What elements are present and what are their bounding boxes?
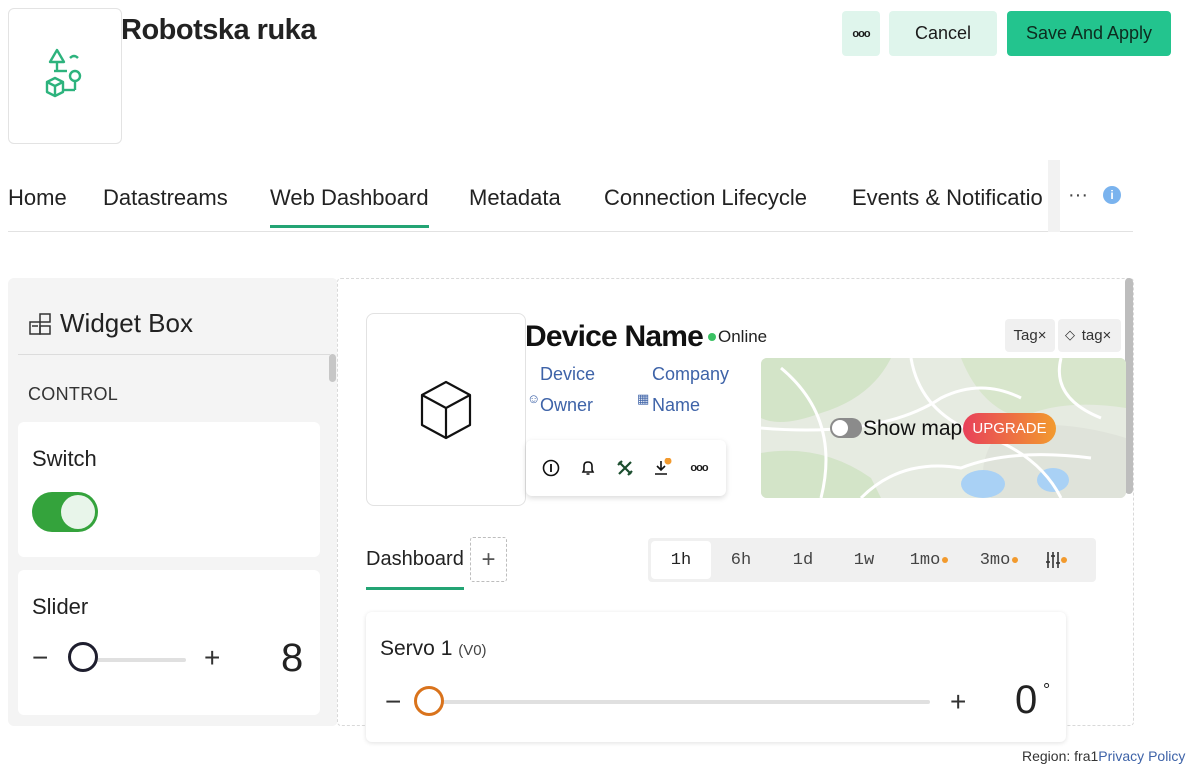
add-dashboard-tab-button[interactable]: +: [470, 537, 507, 582]
footer: Region: fra1Privacy Policy: [1022, 748, 1185, 764]
tab-connection-lifecycle[interactable]: Connection Lifecycle: [604, 185, 807, 211]
time-range-selector: 1h 6h 1d 1w 1mo 3mo: [648, 538, 1096, 582]
servo-title-text: Servo 1: [380, 637, 453, 660]
slider-value: 8: [281, 636, 304, 680]
status-dot-icon: [708, 333, 716, 341]
slider-minus-icon[interactable]: −: [32, 642, 48, 674]
locked-dot-icon: [942, 557, 949, 563]
template-title: Robotska ruka: [121, 14, 316, 46]
device-status: Online: [708, 327, 767, 347]
device-name: Device Name: [525, 320, 704, 353]
servo-pin: (V0): [458, 642, 487, 659]
range-6h[interactable]: 6h: [713, 541, 769, 579]
tab-metadata[interactable]: Metadata: [469, 185, 561, 211]
template-tabs: Home Datastreams Web Dashboard Metadata …: [8, 176, 1133, 232]
slider-widget-label: Slider: [32, 594, 89, 619]
servo-plus-icon[interactable]: +: [950, 686, 966, 718]
switch-widget-toggle[interactable]: [32, 492, 98, 532]
show-map-toggle[interactable]: [830, 418, 862, 438]
canvas-scrollbar[interactable]: [1125, 278, 1133, 494]
servo-slider-handle[interactable]: [414, 686, 444, 716]
switch-widget-label: Switch: [32, 446, 97, 471]
cube-icon: [420, 380, 472, 439]
info-circle-icon[interactable]: [540, 457, 562, 479]
tag-filter-label: tag×: [1081, 327, 1112, 344]
privacy-policy-link[interactable]: Privacy Policy: [1098, 748, 1185, 764]
toggle-knob: [832, 420, 848, 436]
toggle-knob: [61, 495, 95, 529]
tabs-overflow-fade: [1048, 160, 1060, 232]
upgrade-button[interactable]: UPGRADE: [963, 413, 1056, 444]
device-owner[interactable]: ☺ Device Owner: [527, 359, 595, 421]
widget-box-title: Widget Box: [60, 308, 193, 338]
robot-arm-template-icon: [45, 48, 82, 98]
more-actions-icon[interactable]: ooo: [688, 457, 710, 479]
company-line1: Company: [652, 364, 730, 384]
tools-icon[interactable]: [614, 457, 636, 479]
tab-datastreams[interactable]: Datastreams: [103, 185, 228, 211]
widget-box-scrollbar[interactable]: [329, 354, 336, 382]
range-1w[interactable]: 1w: [836, 541, 892, 579]
tab-home[interactable]: Home: [8, 185, 67, 211]
more-options-button[interactable]: ooo: [842, 11, 880, 56]
range-1d[interactable]: 1d: [775, 541, 831, 579]
widget-box-icon: [29, 312, 51, 335]
range-3mo-label: 3mo: [979, 550, 1011, 570]
show-map-label: Show map: [863, 417, 963, 440]
device-actions-bar: ooo: [526, 440, 726, 496]
range-3mo[interactable]: 3mo: [970, 541, 1028, 579]
servo-unit: °: [1043, 680, 1051, 700]
building-icon: ▦: [637, 391, 650, 406]
status-label: Online: [718, 327, 768, 346]
slider-handle[interactable]: [68, 642, 98, 672]
range-1mo-label: 1mo: [909, 550, 941, 570]
switch-widget-card[interactable]: Switch: [18, 422, 320, 557]
servo-minus-icon[interactable]: −: [385, 686, 401, 718]
servo-widget-title: Servo 1 (V0): [380, 637, 487, 661]
servo-slider-widget[interactable]: [366, 612, 1066, 742]
locked-dot-icon: [1012, 557, 1019, 563]
device-owner-line2: Owner: [540, 395, 594, 415]
save-and-apply-button[interactable]: Save And Apply: [1007, 11, 1171, 56]
slider-plus-icon[interactable]: +: [204, 642, 220, 674]
custom-range-button[interactable]: [1036, 541, 1076, 579]
device-owner-line1: Device: [540, 364, 596, 384]
tab-events-notifications[interactable]: Events & Notificatio: [852, 185, 1048, 211]
tab-web-dashboard[interactable]: Web Dashboard: [270, 185, 429, 228]
tag-icon: ◇: [1065, 327, 1075, 342]
tag-filter-button[interactable]: ◇ tag×: [1058, 319, 1121, 352]
region-label: Region: fra1: [1022, 748, 1099, 764]
range-1h[interactable]: 1h: [651, 541, 711, 579]
servo-value: 0: [1015, 678, 1038, 722]
range-1mo[interactable]: 1mo: [900, 541, 958, 579]
tab-dashboard[interactable]: Dashboard: [366, 548, 464, 590]
section-control-label: CONTROL: [28, 384, 119, 404]
tabs-overflow-menu[interactable]: ···: [1068, 184, 1088, 207]
info-icon[interactable]: i: [1103, 186, 1121, 204]
company-name[interactable]: ▦ Company Name: [637, 359, 729, 421]
user-icon: ☺: [527, 391, 541, 406]
servo-slider-track[interactable]: [422, 700, 930, 704]
widget-box-panel: Widget Box CONTROL Switch Slider − + 8: [8, 278, 338, 726]
sliders-icon: [1046, 552, 1067, 568]
bell-icon[interactable]: [577, 457, 599, 479]
tag-button[interactable]: Tag×: [1005, 319, 1055, 352]
slider-widget-card[interactable]: Slider − + 8: [18, 570, 320, 715]
cancel-button[interactable]: Cancel: [889, 11, 997, 56]
widget-box-header: Widget Box: [28, 308, 193, 339]
company-line2: Name: [652, 395, 701, 415]
template-image[interactable]: [8, 8, 122, 144]
device-image[interactable]: [366, 313, 526, 506]
download-icon[interactable]: [651, 457, 673, 479]
divider: [18, 354, 330, 355]
